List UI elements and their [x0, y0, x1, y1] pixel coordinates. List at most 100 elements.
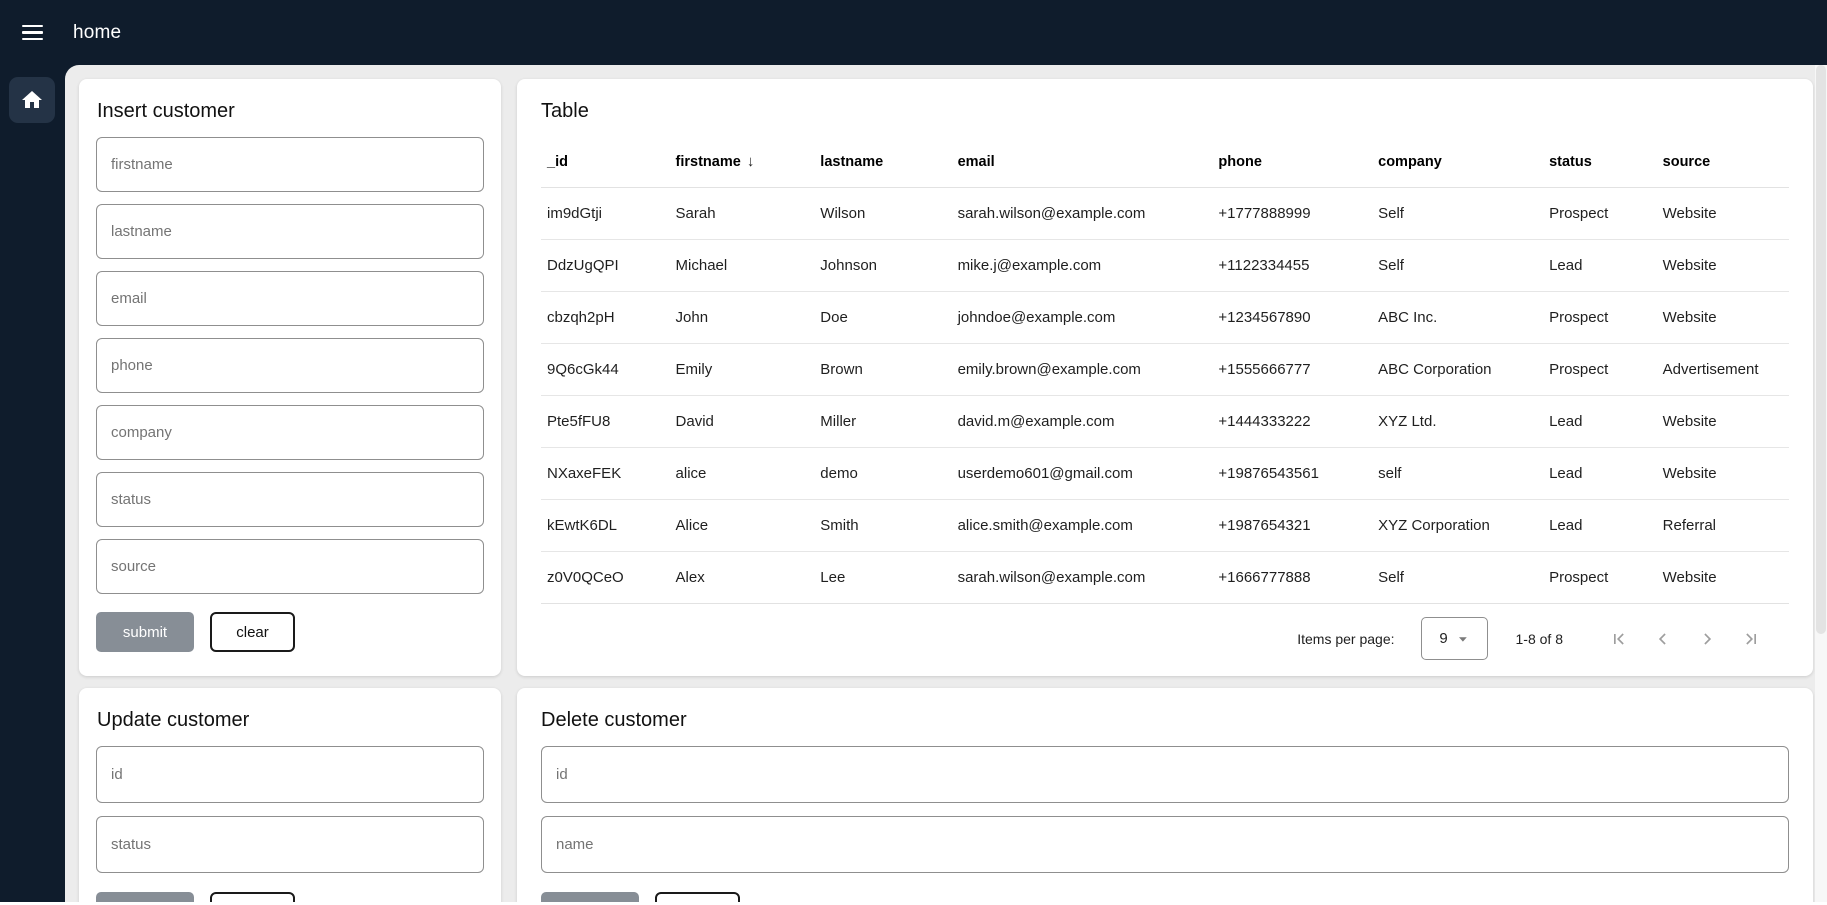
first-page-icon [1609, 629, 1629, 649]
cell-source: Website [1657, 187, 1789, 239]
vertical-scrollbar[interactable] [1815, 65, 1827, 902]
cell-lastname: demo [814, 447, 951, 499]
cell-lastname: Johnson [814, 239, 951, 291]
cell-lastname: Doe [814, 291, 951, 343]
first-page-button[interactable] [1597, 617, 1641, 661]
delete-customer-title: Delete customer [517, 688, 1813, 746]
cell-id: Pte5fFU8 [541, 395, 670, 447]
cell-company: Self [1372, 187, 1543, 239]
cell-phone: +1987654321 [1212, 499, 1372, 551]
cell-email: emily.brown@example.com [952, 343, 1213, 395]
delete-id-input[interactable] [541, 746, 1789, 803]
cell-id: 9Q6cGk44 [541, 343, 670, 395]
table-row: z0V0QCeO Alex Lee sarah.wilson@example.c… [541, 551, 1789, 603]
table-card: Table _id firstname↓ lastname em [517, 79, 1813, 676]
last-page-icon [1741, 629, 1761, 649]
insert-customer-card: Insert customer submit clear [79, 79, 501, 676]
cell-id: im9dGtji [541, 187, 670, 239]
cell-phone: +1555666777 [1212, 343, 1372, 395]
cell-source: Website [1657, 239, 1789, 291]
column-header-company[interactable]: company [1372, 137, 1543, 187]
cell-email: sarah.wilson@example.com [952, 551, 1213, 603]
cell-id: cbzqh2pH [541, 291, 670, 343]
cell-email: david.m@example.com [952, 395, 1213, 447]
cell-company: self [1372, 447, 1543, 499]
menu-icon-bar [22, 25, 43, 28]
last-page-button[interactable] [1729, 617, 1773, 661]
cell-status: Prospect [1543, 291, 1657, 343]
cell-email: alice.smith@example.com [952, 499, 1213, 551]
scrollbar-thumb[interactable] [1816, 65, 1826, 634]
delete-submit-button[interactable]: submit [541, 892, 639, 902]
table-row: kEwtK6DL Alice Smith alice.smith@example… [541, 499, 1789, 551]
chevron-left-icon [1653, 629, 1673, 649]
column-header-status[interactable]: status [1543, 137, 1657, 187]
column-header-id[interactable]: _id [541, 137, 670, 187]
cell-lastname: Lee [814, 551, 951, 603]
cell-status: Prospect [1543, 343, 1657, 395]
cell-firstname: Michael [670, 239, 815, 291]
update-clear-button[interactable]: clear [210, 892, 295, 902]
cell-firstname: alice [670, 447, 815, 499]
chevron-right-icon [1697, 629, 1717, 649]
cell-firstname: John [670, 291, 815, 343]
cell-firstname: Alice [670, 499, 815, 551]
menu-icon-bar [22, 38, 43, 41]
update-customer-card: Update customer submit clear [79, 688, 501, 902]
home-icon [20, 88, 44, 112]
update-submit-button[interactable]: submit [96, 892, 194, 902]
menu-icon-bar [22, 31, 43, 34]
next-page-button[interactable] [1685, 617, 1729, 661]
cell-company: XYZ Ltd. [1372, 395, 1543, 447]
cell-lastname: Wilson [814, 187, 951, 239]
delete-name-input[interactable] [541, 816, 1789, 873]
lastname-input[interactable] [96, 204, 484, 259]
cell-email: johndoe@example.com [952, 291, 1213, 343]
status-input[interactable] [96, 472, 484, 527]
insert-clear-button[interactable]: clear [210, 612, 295, 652]
cell-source: Website [1657, 395, 1789, 447]
email-input[interactable] [96, 271, 484, 326]
update-status-input[interactable] [96, 816, 484, 873]
table-row: NXaxeFEK alice demo userdemo601@gmail.co… [541, 447, 1789, 499]
update-customer-title: Update customer [79, 688, 501, 746]
cell-firstname: Emily [670, 343, 815, 395]
cell-id: kEwtK6DL [541, 499, 670, 551]
table-row: Pte5fFU8 David Miller david.m@example.co… [541, 395, 1789, 447]
column-header-firstname[interactable]: firstname↓ [670, 137, 815, 187]
cell-source: Referral [1657, 499, 1789, 551]
column-header-phone[interactable]: phone [1212, 137, 1372, 187]
cell-phone: +1234567890 [1212, 291, 1372, 343]
customers-table: _id firstname↓ lastname email phone comp… [541, 137, 1789, 604]
cell-status: Lead [1543, 499, 1657, 551]
cell-company: ABC Inc. [1372, 291, 1543, 343]
sidebar-item-home[interactable] [9, 77, 55, 123]
cell-status: Prospect [1543, 551, 1657, 603]
cell-status: Lead [1543, 395, 1657, 447]
insert-customer-title: Insert customer [79, 79, 501, 137]
page-size-select[interactable]: 9 ▼ [1421, 617, 1488, 660]
cell-company: ABC Corporation [1372, 343, 1543, 395]
cell-source: Advertisement [1657, 343, 1789, 395]
cell-status: Prospect [1543, 187, 1657, 239]
table-title: Table [517, 79, 1813, 137]
cell-lastname: Miller [814, 395, 951, 447]
cell-email: sarah.wilson@example.com [952, 187, 1213, 239]
table-row: DdzUgQPI Michael Johnson mike.j@example.… [541, 239, 1789, 291]
company-input[interactable] [96, 405, 484, 460]
update-id-input[interactable] [96, 746, 484, 803]
column-header-source[interactable]: source [1657, 137, 1789, 187]
firstname-input[interactable] [96, 137, 484, 192]
table-row: 9Q6cGk44 Emily Brown emily.brown@example… [541, 343, 1789, 395]
previous-page-button[interactable] [1641, 617, 1685, 661]
column-header-lastname[interactable]: lastname [814, 137, 951, 187]
menu-icon[interactable] [20, 15, 56, 51]
cell-status: Lead [1543, 239, 1657, 291]
insert-submit-button[interactable]: submit [96, 612, 194, 652]
delete-clear-button[interactable]: clear [655, 892, 740, 902]
cell-source: Website [1657, 447, 1789, 499]
phone-input[interactable] [96, 338, 484, 393]
cell-firstname: Alex [670, 551, 815, 603]
column-header-email[interactable]: email [952, 137, 1213, 187]
source-input[interactable] [96, 539, 484, 594]
